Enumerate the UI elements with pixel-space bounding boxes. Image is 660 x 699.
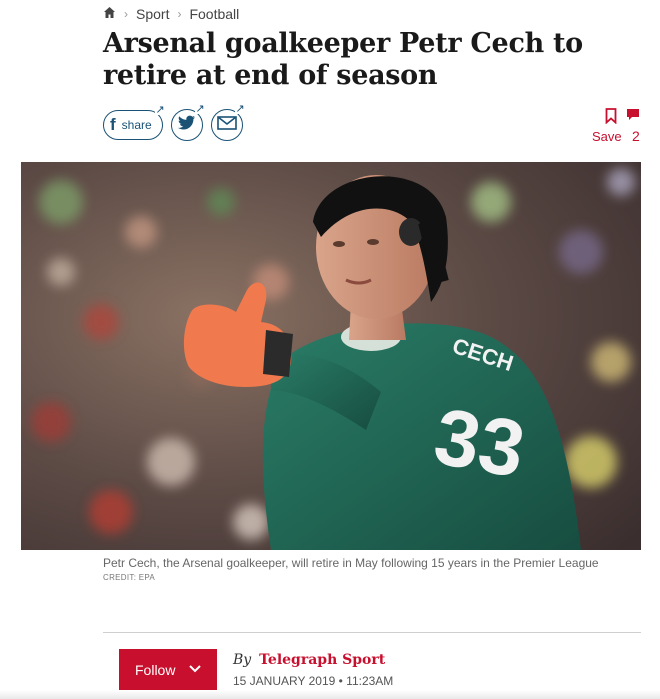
comment-count[interactable]: 2 (632, 128, 640, 144)
byline: By Telegraph Sport (233, 651, 385, 668)
external-arrow-icon: ↗ (195, 103, 205, 115)
bookmark-icon[interactable] (605, 108, 617, 129)
email-share-button[interactable]: ↗ (210, 104, 245, 141)
twitter-icon (177, 115, 196, 135)
share-bar: f share ↗ ↗ ↗ (103, 104, 245, 142)
bottom-fade (0, 690, 660, 699)
follow-label: Follow (135, 661, 176, 678)
image-credit: CREDIT: EPA (103, 573, 156, 582)
breadcrumb: › Sport › Football (103, 5, 239, 23)
twitter-share-button[interactable]: ↗ (170, 104, 205, 141)
external-arrow-icon: ↗ (155, 104, 165, 116)
breadcrumb-separator: › (124, 7, 128, 21)
image-caption: Petr Cech, the Arsenal goalkeeper, will … (103, 556, 599, 570)
facebook-share-button[interactable]: f share ↗ (103, 105, 165, 140)
breadcrumb-separator: › (177, 7, 182, 21)
save-and-comments: Save 2 (592, 108, 644, 148)
shirt-number: 33 (428, 391, 531, 494)
comment-icon[interactable] (626, 108, 640, 127)
divider (103, 632, 641, 633)
chevron-down-icon (189, 661, 201, 678)
follow-button[interactable]: Follow (119, 649, 217, 690)
author-link[interactable]: Telegraph Sport (259, 652, 385, 668)
facebook-icon: f (110, 115, 116, 134)
article-hero-image: CECH 33 (21, 162, 641, 550)
article-headline: Arsenal goalkeeper Petr Cech to retire a… (103, 28, 583, 91)
home-icon[interactable] (103, 6, 116, 22)
byline-prefix: By (233, 652, 252, 668)
share-label: share (121, 118, 152, 132)
email-icon (216, 115, 237, 135)
publish-date: 15 JANUARY 2019 • 11:23AM (233, 674, 394, 688)
save-button[interactable]: Save (592, 129, 622, 144)
breadcrumb-sport[interactable]: Sport (136, 6, 169, 22)
breadcrumb-football[interactable]: Football (189, 6, 239, 22)
external-arrow-icon: ↗ (235, 103, 245, 115)
